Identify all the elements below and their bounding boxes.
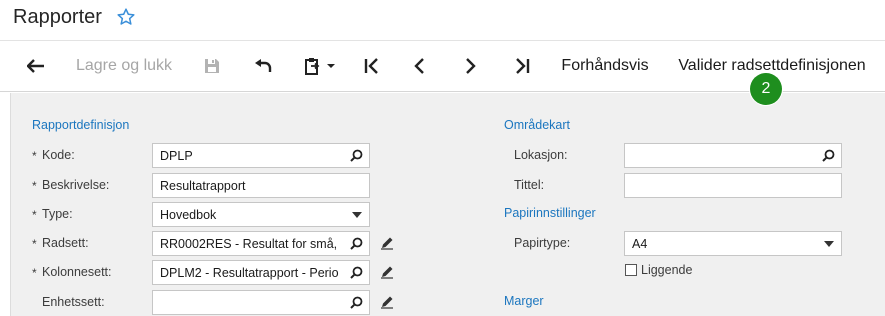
type-select[interactable]: Hovedbok bbox=[152, 202, 370, 227]
page-title: Rapporter bbox=[13, 6, 102, 28]
undo-button[interactable] bbox=[248, 41, 278, 91]
type-label: Type: bbox=[42, 207, 73, 221]
paper-type-select[interactable]: A4 bbox=[624, 231, 842, 256]
search-icon[interactable] bbox=[822, 149, 835, 162]
description-value: Resultatrapport bbox=[160, 179, 246, 193]
form-area: Rapportdefinisjon * Kode: DPLP * Beskriv… bbox=[10, 93, 885, 316]
floppy-disk-icon bbox=[205, 59, 219, 73]
column-set-label: Kolonnesett: bbox=[42, 265, 112, 279]
landscape-label: Liggende bbox=[641, 263, 693, 277]
row-set-label: Radsett: bbox=[42, 236, 89, 250]
favorite-star-icon[interactable] bbox=[116, 7, 136, 27]
title-field[interactable] bbox=[624, 173, 842, 198]
landscape-checkbox[interactable] bbox=[625, 264, 637, 276]
paper-type-label: Papirtype: bbox=[514, 236, 571, 250]
description-field[interactable]: Resultatrapport bbox=[152, 173, 370, 198]
code-field[interactable]: DPLP bbox=[152, 143, 370, 168]
location-label: Lokasjon: bbox=[514, 148, 568, 162]
location-field[interactable] bbox=[624, 143, 842, 168]
first-record-button[interactable] bbox=[358, 41, 386, 91]
chevron-left-icon bbox=[414, 58, 424, 74]
save-and-close-label: Lagre og lukk bbox=[75, 57, 173, 74]
area-map-section-title: Områdekart bbox=[504, 118, 570, 132]
required-marker: * bbox=[32, 149, 37, 163]
edit-column-set-pencil-icon[interactable] bbox=[380, 265, 394, 279]
back-button[interactable] bbox=[20, 41, 52, 91]
undo-icon bbox=[255, 59, 272, 72]
edit-unit-set-pencil-icon[interactable] bbox=[380, 295, 394, 309]
required-marker: * bbox=[32, 179, 37, 193]
report-definition-section-title: Rapportdefinisjon bbox=[32, 118, 130, 132]
save-and-close-button[interactable]: Lagre og lukk bbox=[72, 41, 176, 91]
required-marker: * bbox=[32, 208, 37, 222]
clipboard-icon bbox=[305, 58, 320, 75]
preview-button[interactable]: Forhåndsvis bbox=[556, 41, 654, 91]
margins-section-title: Marger bbox=[504, 294, 544, 308]
chevron-right-icon bbox=[466, 58, 476, 74]
row-set-value: RR0002RES - Resultat for små, bbox=[160, 237, 338, 251]
edit-row-set-pencil-icon[interactable] bbox=[380, 236, 394, 250]
validate-row-set-label: Valider radsettdefinisjonen bbox=[678, 57, 866, 74]
search-icon[interactable] bbox=[350, 296, 363, 309]
title-label: Tittel: bbox=[514, 178, 545, 192]
paper-type-value: A4 bbox=[632, 237, 648, 251]
paper-settings-section-title: Papirinnstillinger bbox=[504, 206, 596, 220]
code-label: Kode: bbox=[42, 148, 75, 162]
chevron-down-icon bbox=[824, 241, 834, 247]
step-badge: 2 bbox=[750, 73, 782, 105]
clipboard-dropdown-button[interactable] bbox=[300, 41, 340, 91]
skip-last-icon bbox=[516, 58, 530, 74]
search-icon[interactable] bbox=[350, 266, 363, 279]
save-button[interactable] bbox=[198, 41, 226, 91]
column-set-field[interactable]: DPLM2 - Resultatrapport - Perio bbox=[152, 260, 370, 285]
unit-set-field[interactable] bbox=[152, 290, 370, 315]
caret-down-icon bbox=[327, 64, 335, 68]
type-value: Hovedbok bbox=[160, 208, 217, 222]
title-bar: Rapporter bbox=[0, 0, 885, 40]
column-set-value: DPLM2 - Resultatrapport - Perio bbox=[160, 266, 339, 280]
row-set-field[interactable]: RR0002RES - Resultat for små, bbox=[152, 231, 370, 256]
chevron-down-icon bbox=[352, 212, 362, 218]
next-record-button[interactable] bbox=[456, 41, 484, 91]
description-label: Beskrivelse: bbox=[42, 178, 110, 192]
code-value: DPLP bbox=[160, 149, 193, 163]
unit-set-label: Enhetssett: bbox=[42, 295, 105, 309]
skip-first-icon bbox=[364, 58, 378, 74]
search-icon[interactable] bbox=[350, 149, 363, 162]
previous-record-button[interactable] bbox=[406, 41, 434, 91]
last-record-button[interactable] bbox=[508, 41, 536, 91]
required-marker: * bbox=[32, 266, 37, 280]
search-icon[interactable] bbox=[350, 237, 363, 250]
arrow-left-icon bbox=[27, 59, 44, 73]
required-marker: * bbox=[32, 237, 37, 251]
preview-label: Forhåndsvis bbox=[561, 57, 649, 74]
